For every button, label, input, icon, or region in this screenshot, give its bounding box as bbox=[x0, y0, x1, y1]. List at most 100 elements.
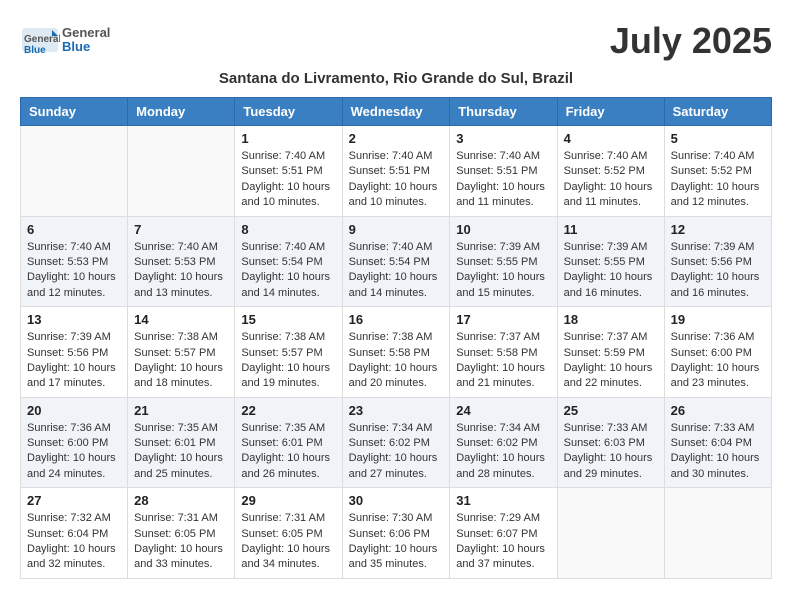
calendar-day-cell: 2 Sunrise: 7:40 AMSunset: 5:51 PMDaylight… bbox=[342, 126, 450, 217]
calendar-week-row: 20 Sunrise: 7:36 AMSunset: 6:00 PMDayligh… bbox=[21, 397, 772, 488]
day-detail: Sunrise: 7:40 AMSunset: 5:53 PMDaylight:… bbox=[134, 240, 228, 302]
calendar-day-cell: 4 Sunrise: 7:40 AMSunset: 5:52 PMDaylight… bbox=[557, 126, 664, 217]
calendar-day-cell: 5 Sunrise: 7:40 AMSunset: 5:52 PMDaylight… bbox=[664, 126, 771, 217]
day-number: 21 bbox=[134, 403, 228, 418]
calendar-header-row: SundayMondayTuesdayWednesdayThursdayFrid… bbox=[21, 98, 772, 126]
calendar-week-row: 1 Sunrise: 7:40 AMSunset: 5:51 PMDaylight… bbox=[21, 126, 772, 217]
calendar-day-cell bbox=[21, 126, 128, 217]
day-detail: Sunrise: 7:33 AMSunset: 6:04 PMDaylight:… bbox=[671, 421, 765, 483]
day-number: 26 bbox=[671, 403, 765, 418]
month-title: July 2025 bbox=[610, 20, 772, 62]
day-detail: Sunrise: 7:37 AMSunset: 5:58 PMDaylight:… bbox=[456, 330, 550, 392]
day-detail: Sunrise: 7:35 AMSunset: 6:01 PMDaylight:… bbox=[241, 421, 335, 483]
calendar-week-row: 13 Sunrise: 7:39 AMSunset: 5:56 PMDayligh… bbox=[21, 307, 772, 398]
calendar-day-cell: 7 Sunrise: 7:40 AMSunset: 5:53 PMDaylight… bbox=[128, 216, 235, 307]
day-number: 20 bbox=[27, 403, 121, 418]
day-detail: Sunrise: 7:30 AMSunset: 6:06 PMDaylight:… bbox=[349, 511, 444, 573]
calendar-header-thursday: Thursday bbox=[450, 98, 557, 126]
day-detail: Sunrise: 7:29 AMSunset: 6:07 PMDaylight:… bbox=[456, 511, 550, 573]
day-detail: Sunrise: 7:40 AMSunset: 5:51 PMDaylight:… bbox=[456, 149, 550, 211]
calendar-day-cell: 17Sunrise: 7:37 AMSunset: 5:58 PMDayligh… bbox=[450, 307, 557, 398]
calendar-day-cell bbox=[664, 488, 771, 579]
calendar-day-cell: 9 Sunrise: 7:40 AMSunset: 5:54 PMDaylight… bbox=[342, 216, 450, 307]
day-number: 3 bbox=[456, 131, 550, 146]
page-header: General Blue General Blue July 2025 bbox=[20, 20, 772, 62]
calendar-day-cell: 12 Sunrise: 7:39 AMSunset: 5:56 PMDayligh… bbox=[664, 216, 771, 307]
day-detail: Sunrise: 7:31 AMSunset: 6:05 PMDaylight:… bbox=[134, 511, 228, 573]
logo-blue: Blue bbox=[62, 40, 110, 54]
day-detail: Sunrise: 7:39 AMSunset: 5:56 PMDaylight:… bbox=[27, 330, 121, 392]
calendar-day-cell: 18 Sunrise: 7:37 AMSunset: 5:59 PMDayligh… bbox=[557, 307, 664, 398]
day-number: 10 bbox=[456, 222, 550, 237]
day-number: 5 bbox=[671, 131, 765, 146]
calendar-day-cell: 6 Sunrise: 7:40 AMSunset: 5:53 PMDaylight… bbox=[21, 216, 128, 307]
day-detail: Sunrise: 7:40 AMSunset: 5:54 PMDaylight:… bbox=[241, 240, 335, 302]
day-number: 4 bbox=[564, 131, 658, 146]
calendar-day-cell: 14 Sunrise: 7:38 AMSunset: 5:57 PMDayligh… bbox=[128, 307, 235, 398]
day-detail: Sunrise: 7:36 AMSunset: 6:00 PMDaylight:… bbox=[671, 330, 765, 392]
calendar-header-friday: Friday bbox=[557, 98, 664, 126]
day-detail: Sunrise: 7:34 AMSunset: 6:02 PMDaylight:… bbox=[456, 421, 550, 483]
calendar-day-cell: 29Sunrise: 7:31 AMSunset: 6:05 PMDayligh… bbox=[235, 488, 342, 579]
calendar-day-cell: 21 Sunrise: 7:35 AMSunset: 6:01 PMDayligh… bbox=[128, 397, 235, 488]
day-number: 8 bbox=[241, 222, 335, 237]
calendar-day-cell: 23 Sunrise: 7:34 AMSunset: 6:02 PMDayligh… bbox=[342, 397, 450, 488]
calendar-subtitle: Santana do Livramento, Rio Grande do Sul… bbox=[20, 70, 772, 87]
day-detail: Sunrise: 7:34 AMSunset: 6:02 PMDaylight:… bbox=[349, 421, 444, 483]
calendar-day-cell: 19Sunrise: 7:36 AMSunset: 6:00 PMDayligh… bbox=[664, 307, 771, 398]
day-number: 22 bbox=[241, 403, 335, 418]
calendar-day-cell: 27 Sunrise: 7:32 AMSunset: 6:04 PMDayligh… bbox=[21, 488, 128, 579]
day-detail: Sunrise: 7:39 AMSunset: 5:56 PMDaylight:… bbox=[671, 240, 765, 302]
day-number: 31 bbox=[456, 493, 550, 508]
day-detail: Sunrise: 7:35 AMSunset: 6:01 PMDaylight:… bbox=[134, 421, 228, 483]
day-detail: Sunrise: 7:38 AMSunset: 5:58 PMDaylight:… bbox=[349, 330, 444, 392]
day-detail: Sunrise: 7:40 AMSunset: 5:53 PMDaylight:… bbox=[27, 240, 121, 302]
day-number: 29 bbox=[241, 493, 335, 508]
calendar-day-cell: 28 Sunrise: 7:31 AMSunset: 6:05 PMDayligh… bbox=[128, 488, 235, 579]
day-number: 24 bbox=[456, 403, 550, 418]
day-detail: Sunrise: 7:40 AMSunset: 5:52 PMDaylight:… bbox=[671, 149, 765, 211]
day-number: 27 bbox=[27, 493, 121, 508]
day-number: 1 bbox=[241, 131, 335, 146]
day-number: 25 bbox=[564, 403, 658, 418]
calendar-day-cell: 10Sunrise: 7:39 AMSunset: 5:55 PMDayligh… bbox=[450, 216, 557, 307]
day-detail: Sunrise: 7:32 AMSunset: 6:04 PMDaylight:… bbox=[27, 511, 121, 573]
logo: General Blue General Blue bbox=[20, 20, 110, 60]
day-number: 7 bbox=[134, 222, 228, 237]
calendar-header-saturday: Saturday bbox=[664, 98, 771, 126]
day-number: 18 bbox=[564, 312, 658, 327]
day-detail: Sunrise: 7:36 AMSunset: 6:00 PMDaylight:… bbox=[27, 421, 121, 483]
day-detail: Sunrise: 7:40 AMSunset: 5:51 PMDaylight:… bbox=[349, 149, 444, 211]
day-number: 28 bbox=[134, 493, 228, 508]
calendar-day-cell: 24 Sunrise: 7:34 AMSunset: 6:02 PMDayligh… bbox=[450, 397, 557, 488]
calendar-day-cell: 16 Sunrise: 7:38 AMSunset: 5:58 PMDayligh… bbox=[342, 307, 450, 398]
day-number: 13 bbox=[27, 312, 121, 327]
calendar-day-cell: 22 Sunrise: 7:35 AMSunset: 6:01 PMDayligh… bbox=[235, 397, 342, 488]
day-number: 14 bbox=[134, 312, 228, 327]
calendar-day-cell: 11Sunrise: 7:39 AMSunset: 5:55 PMDayligh… bbox=[557, 216, 664, 307]
day-number: 2 bbox=[349, 131, 444, 146]
day-detail: Sunrise: 7:38 AMSunset: 5:57 PMDaylight:… bbox=[134, 330, 228, 392]
day-detail: Sunrise: 7:37 AMSunset: 5:59 PMDaylight:… bbox=[564, 330, 658, 392]
day-detail: Sunrise: 7:40 AMSunset: 5:51 PMDaylight:… bbox=[241, 149, 335, 211]
svg-text:Blue: Blue bbox=[24, 45, 46, 56]
calendar-day-cell: 3 Sunrise: 7:40 AMSunset: 5:51 PMDaylight… bbox=[450, 126, 557, 217]
day-number: 6 bbox=[27, 222, 121, 237]
calendar-day-cell: 31 Sunrise: 7:29 AMSunset: 6:07 PMDayligh… bbox=[450, 488, 557, 579]
calendar-header-tuesday: Tuesday bbox=[235, 98, 342, 126]
day-number: 23 bbox=[349, 403, 444, 418]
calendar-header-wednesday: Wednesday bbox=[342, 98, 450, 126]
calendar-day-cell: 25Sunrise: 7:33 AMSunset: 6:03 PMDayligh… bbox=[557, 397, 664, 488]
day-detail: Sunrise: 7:38 AMSunset: 5:57 PMDaylight:… bbox=[241, 330, 335, 392]
calendar-day-cell: 20 Sunrise: 7:36 AMSunset: 6:00 PMDayligh… bbox=[21, 397, 128, 488]
day-number: 16 bbox=[349, 312, 444, 327]
calendar-day-cell: 15Sunrise: 7:38 AMSunset: 5:57 PMDayligh… bbox=[235, 307, 342, 398]
calendar-week-row: 27 Sunrise: 7:32 AMSunset: 6:04 PMDayligh… bbox=[21, 488, 772, 579]
day-detail: Sunrise: 7:40 AMSunset: 5:54 PMDaylight:… bbox=[349, 240, 444, 302]
day-number: 12 bbox=[671, 222, 765, 237]
day-number: 9 bbox=[349, 222, 444, 237]
calendar-header-monday: Monday bbox=[128, 98, 235, 126]
calendar-day-cell: 1 Sunrise: 7:40 AMSunset: 5:51 PMDaylight… bbox=[235, 126, 342, 217]
day-number: 11 bbox=[564, 222, 658, 237]
day-detail: Sunrise: 7:40 AMSunset: 5:52 PMDaylight:… bbox=[564, 149, 658, 211]
